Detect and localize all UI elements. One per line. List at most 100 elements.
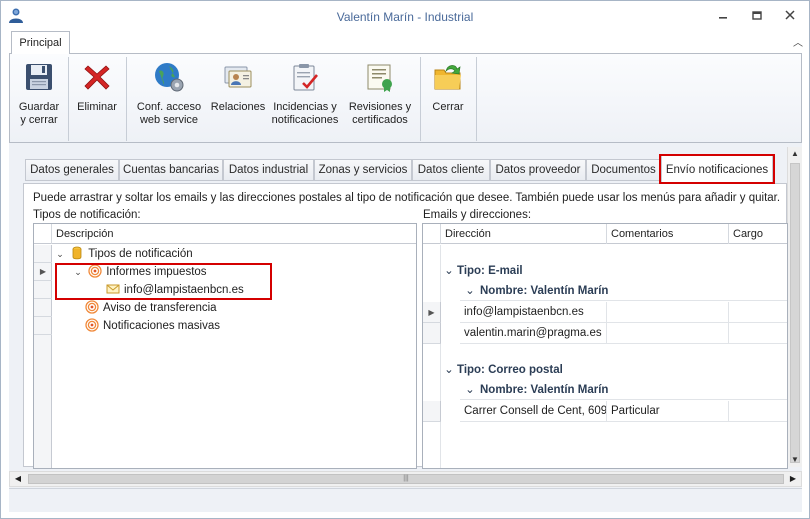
close-icon xyxy=(785,10,795,20)
chevron-down-icon[interactable]: ⌄ xyxy=(460,281,480,301)
contact-cards-icon xyxy=(224,66,252,88)
table-row[interactable]: Carrer Consell de Cent, 609 Particular xyxy=(460,401,787,422)
header-indicator xyxy=(423,224,441,244)
cell-comentarios: Particular xyxy=(607,401,729,422)
row-indicator xyxy=(34,299,52,317)
maximize-button[interactable] xyxy=(748,9,766,23)
chevron-down-icon[interactable]: ⌄ xyxy=(441,360,457,380)
red-x-icon xyxy=(84,65,110,90)
broadcast-icon xyxy=(85,318,99,332)
ribbon-collapse-button[interactable]: ︿ xyxy=(791,37,805,51)
tab-datos-proveedor[interactable]: Datos proveedor xyxy=(490,159,586,181)
tree-node-aviso-transferencia[interactable]: Aviso de transferencia xyxy=(85,299,217,317)
column-direccion[interactable]: Dirección xyxy=(441,224,607,244)
certificate-icon xyxy=(367,64,392,92)
tree-node-label: Notificaciones masivas xyxy=(103,320,220,332)
subgroup-email-name: ⌄ Nombre: Valentín Marín xyxy=(460,281,608,301)
active-tab-highlight xyxy=(659,154,775,184)
tab-documentos[interactable]: Documentos xyxy=(586,159,661,181)
close-label: Cerrar xyxy=(432,101,464,113)
save-close-button[interactable]: Guardar y cerrar xyxy=(14,58,64,138)
reviews-certificates-button[interactable]: Revisiones y certificados xyxy=(344,58,416,138)
delete-label: Eliminar xyxy=(77,101,117,113)
header-indicator xyxy=(34,224,52,244)
tree-node-root[interactable]: ⌄ Tipos de notificación xyxy=(53,245,193,263)
ribbon-tab-principal[interactable]: Principal xyxy=(11,31,70,54)
web-service-config-label: Conf. acceso web service xyxy=(136,101,202,126)
cell-comentarios xyxy=(607,323,729,344)
tab-datos-industrial[interactable]: Datos industrial xyxy=(223,159,314,181)
vertical-scrollbar[interactable]: ▲ ▼ xyxy=(787,147,802,467)
web-service-config-button[interactable]: Conf. acceso web service xyxy=(132,58,206,138)
delete-button[interactable]: Eliminar xyxy=(72,58,122,138)
row-indicator-current: ▶ xyxy=(34,263,52,281)
folder-arrow-icon xyxy=(434,65,461,90)
column-comentarios[interactable]: Comentarios xyxy=(607,224,729,244)
table-row[interactable]: info@lampistaenbcn.es xyxy=(460,302,787,323)
table-row[interactable]: valentin.marin@pragma.es xyxy=(460,323,787,344)
ribbon-separator xyxy=(420,57,421,141)
floppy-disk-icon xyxy=(26,64,52,90)
group-label: Tipo: Correo postal xyxy=(457,364,563,376)
minimize-button[interactable] xyxy=(714,9,732,23)
row-indicator xyxy=(34,317,52,335)
tab-cuentas-bancarias[interactable]: Cuentas bancarias xyxy=(119,159,223,181)
tab-zonas-servicios[interactable]: Zonas y servicios xyxy=(314,159,412,181)
tree-node-root-label: Tipos de notificación xyxy=(88,248,193,260)
notification-types-label: Tipos de notificación: xyxy=(33,209,141,221)
scroll-thumb[interactable] xyxy=(790,163,800,463)
incidents-notifications-label: Incidencias y notificaciones xyxy=(271,101,339,126)
subgroup-row[interactable]: ⌄ Nombre: Valentín Marín xyxy=(460,281,787,301)
subgroup-label: Nombre: Valentín Marín xyxy=(480,384,609,396)
chevron-down-icon[interactable]: ⌄ xyxy=(53,245,67,263)
broadcast-icon xyxy=(85,300,99,314)
globe-gear-icon xyxy=(155,63,184,92)
tree-node-label: Aviso de transferencia xyxy=(103,302,217,314)
clipboard-check-icon xyxy=(293,64,318,91)
column-descripcion[interactable]: Descripción xyxy=(52,224,416,244)
reviews-certificates-label: Revisiones y certificados xyxy=(348,101,412,126)
notification-types-tree[interactable]: Descripción ▶ ⌄ Tipos de notificación ⌄ … xyxy=(33,223,417,469)
row-indicator xyxy=(423,323,441,344)
row-indicator xyxy=(423,401,441,422)
window-title: Valentín Marín - Industrial xyxy=(336,10,474,24)
close-button[interactable]: Cerrar xyxy=(424,58,472,138)
subgroup-label: Nombre: Valentín Marín xyxy=(480,285,609,297)
cell-direccion: Carrer Consell de Cent, 609 xyxy=(460,401,607,422)
scroll-left-arrow-icon[interactable]: ◀ xyxy=(12,472,24,486)
group-row-email[interactable]: ⌄ Tipo: E-mail xyxy=(441,261,523,281)
cell-cargo xyxy=(729,323,787,344)
tree-node-notificaciones-masivas[interactable]: Notificaciones masivas xyxy=(85,317,220,335)
scroll-up-arrow-icon[interactable]: ▲ xyxy=(788,147,802,161)
chevron-down-icon[interactable]: ⌄ xyxy=(441,261,457,281)
emails-addresses-label: Emails y direcciones: xyxy=(423,209,532,221)
group-label: Tipo: E-mail xyxy=(457,265,523,277)
subgroup-row[interactable]: ⌄ Nombre: Valentín Marín xyxy=(460,380,787,400)
status-area xyxy=(9,488,802,512)
tab-datos-generales[interactable]: Datos generales xyxy=(25,159,119,181)
scroll-down-arrow-icon[interactable]: ▼ xyxy=(788,453,802,467)
minimize-icon xyxy=(719,17,727,19)
column-cargo[interactable]: Cargo xyxy=(729,224,787,244)
scroll-right-arrow-icon[interactable]: ▶ xyxy=(787,472,799,486)
tree-selection-highlight xyxy=(55,263,272,300)
scroll-thumb[interactable]: ||| xyxy=(28,474,784,484)
row-indicator-current: ▶ xyxy=(423,302,441,323)
database-icon xyxy=(72,246,82,260)
relations-label: Relaciones xyxy=(210,101,266,113)
close-window-button[interactable] xyxy=(781,9,799,23)
tab-datos-cliente[interactable]: Datos cliente xyxy=(412,159,490,181)
chevron-up-icon: ︿ xyxy=(793,38,803,49)
relations-button[interactable]: Relaciones xyxy=(210,58,266,138)
chevron-down-icon[interactable]: ⌄ xyxy=(460,380,480,400)
cell-comentarios xyxy=(607,302,729,323)
ribbon-separator xyxy=(476,57,477,141)
incidents-notifications-button[interactable]: Incidencias y notificaciones xyxy=(268,58,342,138)
group-row-postal[interactable]: ⌄ Tipo: Correo postal xyxy=(441,360,563,380)
cell-cargo xyxy=(729,401,787,422)
row-indicator xyxy=(34,281,52,299)
subgroup-postal-name: ⌄ Nombre: Valentín Marín xyxy=(460,380,608,400)
emails-addresses-grid[interactable]: Dirección Comentarios Cargo ⌄ Tipo: E-mai… xyxy=(422,223,788,469)
cell-direccion: valentin.marin@pragma.es xyxy=(460,323,607,344)
horizontal-scrollbar[interactable]: ◀ ||| ▶ xyxy=(9,471,802,487)
